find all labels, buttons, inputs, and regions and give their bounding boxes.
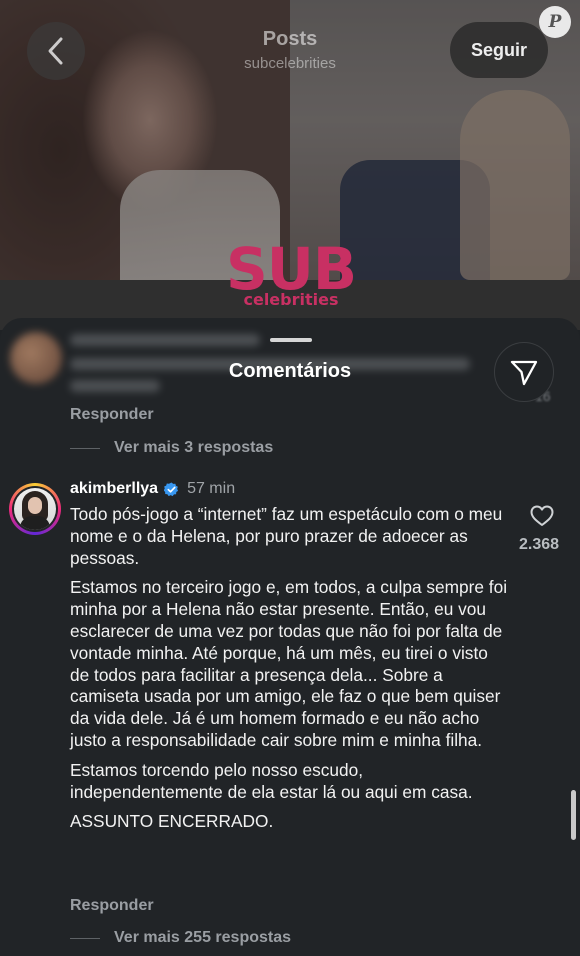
sheet-title: Comentários <box>228 360 352 382</box>
share-button[interactable] <box>494 342 554 402</box>
heart-icon <box>530 505 554 526</box>
previous-more-replies[interactable]: Ver mais 3 respostas <box>70 439 273 457</box>
follow-button[interactable]: Seguir <box>450 22 548 78</box>
drag-handle[interactable] <box>270 338 312 342</box>
reply-link[interactable]: Responder <box>70 897 154 915</box>
comment-text: Todo pós-jogo a “internet” faz um espetá… <box>70 504 510 841</box>
share-send-icon <box>510 360 538 386</box>
comment-paragraph: ASSUNTO ENCERRADO. <box>70 811 274 832</box>
blurred-text <box>70 334 260 346</box>
comments-sheet: 16 Comentários Responder Ver mais 3 resp… <box>0 318 580 956</box>
divider-line <box>70 937 100 939</box>
more-replies-label: Ver mais 3 respostas <box>114 439 274 456</box>
post-header-image: Posts subcelebrities Seguir P SUB celebr… <box>0 0 580 330</box>
more-replies[interactable]: Ver mais 255 respostas <box>70 929 291 947</box>
username[interactable]: akimberllya <box>70 480 158 498</box>
comment-paragraph: Estamos torcendo pelo nosso escudo, inde… <box>70 759 473 802</box>
like-button[interactable] <box>530 505 554 532</box>
comment-time: 57 min <box>187 480 236 497</box>
verified-badge-icon <box>164 481 179 496</box>
previous-reply-link[interactable]: Responder <box>70 406 154 424</box>
divider-line <box>70 447 100 449</box>
comment-paragraph: Todo pós-jogo a “internet” faz um espetá… <box>70 504 503 568</box>
like-count: 2.368 <box>519 536 560 553</box>
avatar-photo <box>14 488 56 530</box>
watermark-logo: P <box>539 6 571 38</box>
scrollbar[interactable] <box>571 790 576 840</box>
brand-logo: SUB celebrities <box>220 240 362 309</box>
more-replies-label: Ver mais 255 respostas <box>114 929 292 946</box>
comment-header: akimberllya 57 min <box>70 480 235 498</box>
avatar[interactable] <box>9 483 61 535</box>
comment-paragraph: Estamos no terceiro jogo e, em todos, a … <box>70 577 508 750</box>
